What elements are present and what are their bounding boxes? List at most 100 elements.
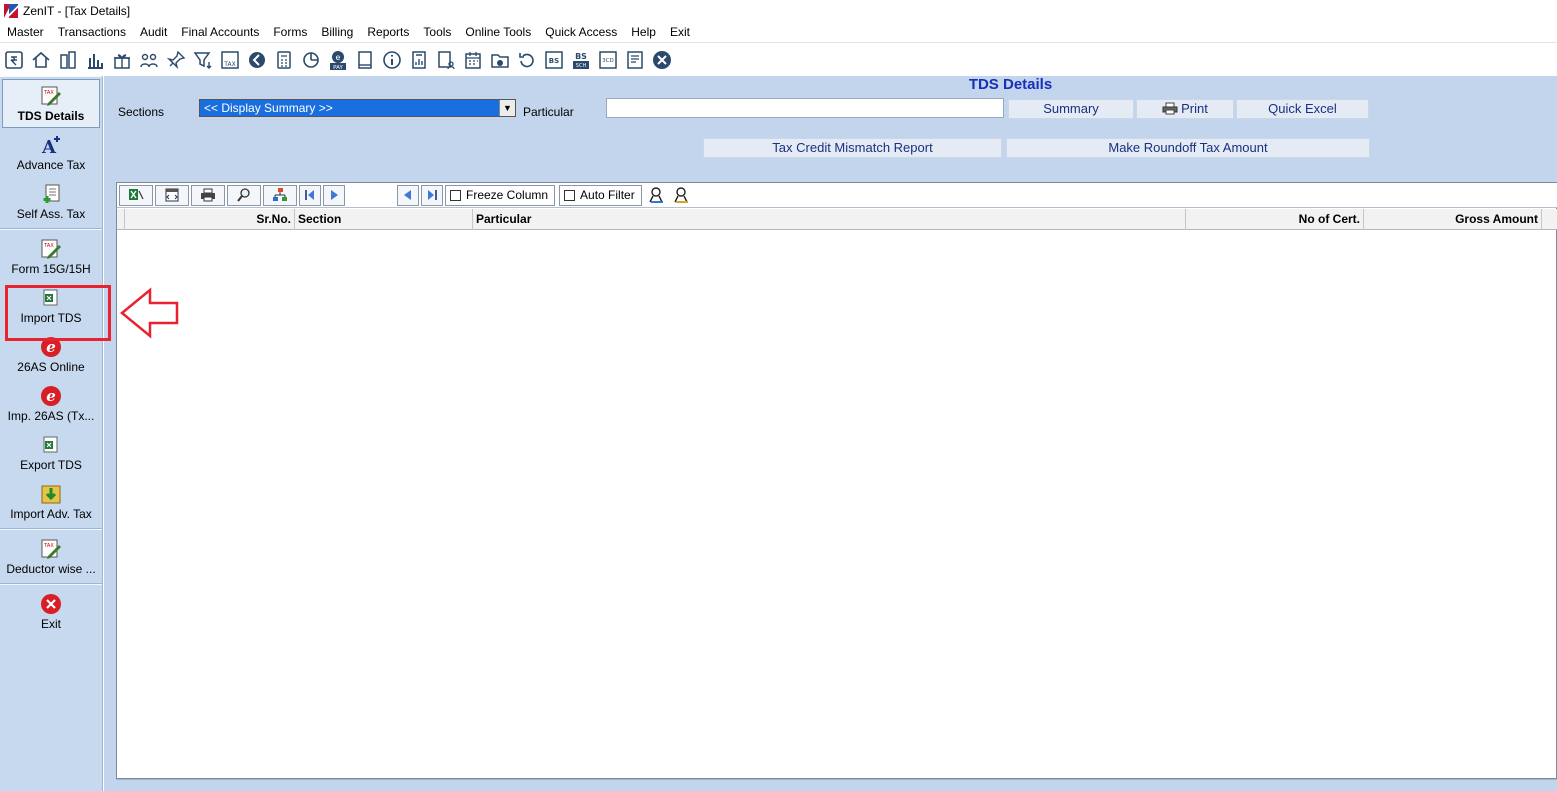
sidebar-item-import-tds[interactable]: Import TDS (0, 281, 102, 330)
gift-icon[interactable] (111, 49, 133, 71)
pointer-arrow-icon (120, 287, 179, 339)
title-bar: ZenIT - [Tax Details] (0, 0, 1557, 22)
user-document-icon[interactable] (435, 49, 457, 71)
menu-help[interactable]: Help (631, 25, 656, 39)
page-title: TDS Details (968, 76, 1053, 93)
sections-label: Sections (118, 105, 165, 119)
close-icon[interactable] (651, 49, 673, 71)
last-page-icon (428, 190, 437, 200)
print-grid-button[interactable] (191, 184, 225, 206)
3cd-icon[interactable]: 3CD (597, 49, 619, 71)
doc-add-icon (43, 184, 60, 203)
sidebar-item-tds-details[interactable]: TAX TDS Details (2, 79, 100, 128)
menu-forms[interactable]: Forms (273, 25, 307, 39)
menu-tools[interactable]: Tools (423, 25, 451, 39)
sidebar: TAX TDS Details A Advance Tax Self Ass. … (0, 76, 103, 791)
auto-filter-checkbox[interactable]: Auto Filter (559, 184, 642, 206)
chevron-down-icon[interactable]: ▼ (499, 100, 515, 116)
print-button[interactable]: Print (1136, 99, 1234, 119)
html-export-button[interactable] (155, 184, 189, 206)
pin-icon[interactable] (165, 49, 187, 71)
document-icon[interactable] (624, 49, 646, 71)
html-export-icon (165, 188, 179, 202)
sidebar-item-self-ass-tax[interactable]: Self Ass. Tax (0, 177, 102, 226)
column-header-particular[interactable]: Particular (473, 209, 1186, 230)
column-header-sr-no[interactable]: Sr.No. (125, 209, 295, 230)
quick-excel-button[interactable]: Quick Excel (1236, 99, 1369, 119)
sidebar-item-export-tds[interactable]: Export TDS (0, 428, 102, 477)
make-roundoff-tax-amount-button[interactable]: Make Roundoff Tax Amount (1006, 138, 1370, 158)
city-icon[interactable] (57, 49, 79, 71)
report-icon[interactable] (408, 49, 430, 71)
menu-billing[interactable]: Billing (321, 25, 353, 39)
menu-online-tools[interactable]: Online Tools (465, 25, 531, 39)
next-page-button[interactable] (323, 184, 345, 206)
sidebar-item-deductor-wise[interactable]: TAX Deductor wise ... (0, 532, 102, 581)
summary-button[interactable]: Summary (1008, 99, 1134, 119)
freeze-column-checkbox[interactable]: Freeze Column (445, 184, 556, 206)
svg-text:TAX: TAX (43, 543, 54, 549)
menu-transactions[interactable]: Transactions (58, 25, 126, 39)
book-icon[interactable] (354, 49, 376, 71)
last-page-button[interactable] (421, 184, 443, 206)
sidebar-item-imp-26as[interactable]: e Imp. 26AS (Tx... (0, 379, 102, 428)
svg-text:e: e (46, 387, 56, 405)
e-icon: e (41, 336, 61, 357)
bar-chart-icon[interactable] (84, 49, 106, 71)
column-header-section[interactable]: Section (295, 209, 473, 230)
hierarchy-button[interactable] (263, 184, 297, 206)
tax-pencil-icon: TAX (41, 239, 61, 259)
particular-label: Particular (523, 105, 574, 119)
sidebar-item-exit[interactable]: Exit (0, 587, 102, 636)
freeze-column-label: Freeze Column (466, 188, 549, 202)
menu-exit[interactable]: Exit (670, 25, 690, 39)
folder-add-icon[interactable] (489, 49, 511, 71)
menu-final-accounts[interactable]: Final Accounts (181, 25, 259, 39)
info-icon[interactable] (381, 49, 403, 71)
column-header-no-of-cert[interactable]: No of Cert. (1186, 209, 1364, 230)
svg-text:TAX: TAX (43, 243, 54, 249)
users-icon[interactable] (138, 49, 160, 71)
calculator-icon[interactable] (273, 49, 295, 71)
home-icon[interactable] (30, 49, 52, 71)
filter-icon[interactable] (192, 49, 214, 71)
rewind-icon[interactable] (246, 49, 268, 71)
rupee-book-icon[interactable] (3, 49, 25, 71)
user-search-button[interactable] (646, 185, 668, 206)
epay-icon[interactable]: e PAY (327, 49, 349, 71)
sidebar-item-import-adv-tax[interactable]: Import Adv. Tax (0, 477, 102, 526)
user-search-alt-button[interactable] (671, 185, 693, 206)
sidebar-group-tax: TAX TDS Details A Advance Tax Self Ass. … (0, 76, 102, 229)
menu-audit[interactable]: Audit (140, 25, 167, 39)
sidebar-item-26as-online[interactable]: e 26AS Online (0, 330, 102, 379)
menu-quick-access[interactable]: Quick Access (545, 25, 617, 39)
tax-credit-mismatch-report-button[interactable]: Tax Credit Mismatch Report (703, 138, 1002, 158)
bs-sch-icon[interactable]: BS SCH (570, 49, 592, 71)
refresh-icon[interactable] (516, 49, 538, 71)
calendar-icon[interactable] (462, 49, 484, 71)
menu-master[interactable]: Master (7, 25, 44, 39)
sidebar-item-label: Imp. 26AS (Tx... (7, 408, 95, 423)
find-button[interactable] (227, 184, 261, 206)
status-strip (116, 779, 1557, 791)
sections-select[interactable]: << Display Summary >> ▼ (199, 99, 516, 117)
sidebar-item-label: Form 15G/15H (11, 261, 91, 276)
tax-pencil-icon: TAX (41, 86, 61, 106)
sidebar-item-label: Deductor wise ... (6, 561, 96, 576)
prev-page-button[interactable] (397, 184, 419, 206)
column-header-gross-amount[interactable]: Gross Amount (1364, 209, 1542, 230)
sidebar-item-form-15g-15h[interactable]: TAX Form 15G/15H (0, 232, 102, 281)
bs-icon[interactable]: BS (543, 49, 565, 71)
menu-reports[interactable]: Reports (367, 25, 409, 39)
excel-icon (43, 436, 58, 452)
sidebar-group-exit: Exit (0, 584, 102, 638)
tax-icon[interactable]: TAX (219, 49, 241, 71)
particular-input[interactable] (606, 98, 1004, 118)
pie-chart-icon[interactable] (300, 49, 322, 71)
font-plus-icon: A (41, 135, 60, 156)
excel-export-button[interactable] (119, 184, 153, 206)
grid-header: Sr.No. Section Particular No of Cert. Gr… (117, 209, 1557, 230)
sidebar-item-advance-tax[interactable]: A Advance Tax (0, 128, 102, 177)
sidebar-item-label: Import TDS (20, 310, 82, 325)
first-page-button[interactable] (299, 184, 321, 206)
